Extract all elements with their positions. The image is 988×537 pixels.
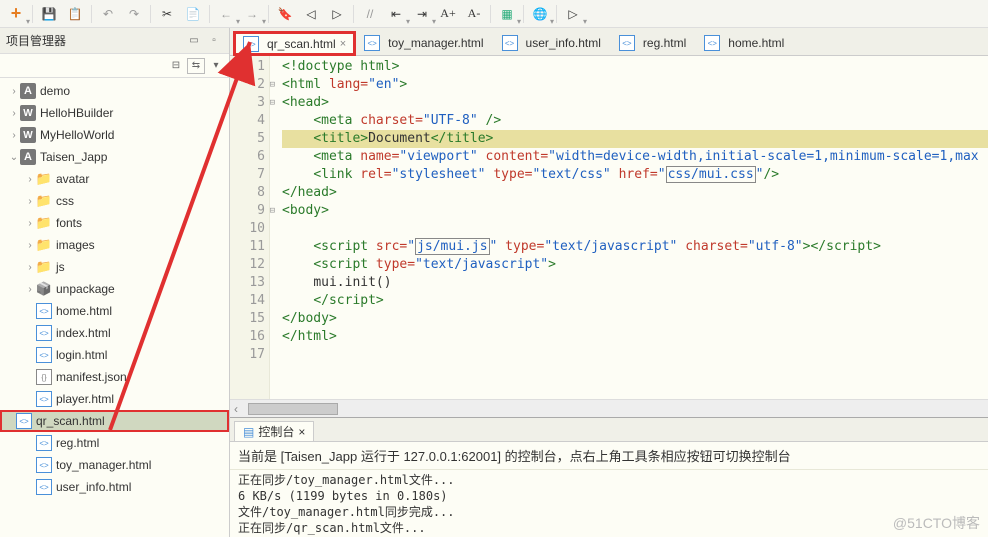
project-demo[interactable]: ›Ademo [0,80,229,102]
close-console-icon[interactable]: × [298,425,305,439]
collapse-all-icon[interactable]: ⊟ [167,58,185,74]
main-toolbar: + 💾 📋 ↶ ↷ ✂ 📄 ← → 🔖 ◁ ▷ // ⇤ ⇥ A+ A- ▦ 🌐… [0,0,988,28]
file-manifest[interactable]: manifest.json [0,366,229,388]
file-player[interactable]: player.html [0,388,229,410]
folder-js[interactable]: ›js [0,256,229,278]
file-qr-scan[interactable]: qr_scan.html [0,410,229,432]
font-decrease-button[interactable]: A- [462,2,486,26]
tab-toy-manager[interactable]: toy_manager.html [355,31,492,55]
save-button[interactable]: 💾 [37,2,61,26]
file-reg[interactable]: reg.html [0,432,229,454]
prev-bookmark-button[interactable]: ◁ [299,2,323,26]
html-icon [619,35,635,51]
project-explorer: 项目管理器 ▭ ▫ ⊟ ⇆ ▾ ›Ademo ›WHelloHBuilder ›… [0,28,230,537]
html-icon [502,35,518,51]
tab-home[interactable]: home.html [695,31,793,55]
project-tree: ›Ademo ›WHelloHBuilder ›WMyHelloWorld ⌄A… [0,78,229,537]
html-icon [364,35,380,51]
code-editor[interactable]: 1 2⊟ 3⊟ 4 5 6 7 8 9⊟ 10 11 12 13 14 15 1… [230,56,988,399]
file-toy-manager[interactable]: toy_manager.html [0,454,229,476]
project-myhelloworld[interactable]: ›WMyHelloWorld [0,124,229,146]
back-button[interactable]: ← [214,2,238,26]
run-button[interactable]: ▷ [561,2,585,26]
cut-button[interactable]: ✂ [155,2,179,26]
panel-title: 项目管理器 [6,32,66,49]
console-output: 正在同步/toy_manager.html文件... 6 KB/s (1199 … [230,470,988,537]
console-tab[interactable]: ▤控制台× [234,421,314,441]
file-home[interactable]: home.html [0,300,229,322]
browser-button[interactable]: 🌐 [528,2,552,26]
code-content[interactable]: <!doctype html> <html lang="en"> <head> … [270,56,988,399]
preview-button[interactable]: ▦ [495,2,519,26]
new-button[interactable]: + [4,2,28,26]
editor-area: qr_scan.html× toy_manager.html user_info… [230,28,988,537]
comment-button[interactable]: // [358,2,382,26]
console-panel: ▤控制台× 当前是 [Taisen_Japp 运行于 127.0.0.1:620… [230,417,988,537]
close-panel-icon[interactable]: ▫ [205,33,223,49]
editor-tabs: qr_scan.html× toy_manager.html user_info… [230,28,988,56]
horizontal-scrollbar[interactable]: ‹ [230,399,988,417]
forward-button[interactable]: → [240,2,264,26]
line-gutter: 1 2⊟ 3⊟ 4 5 6 7 8 9⊟ 10 11 12 13 14 15 1… [230,56,270,399]
tab-qr-scan[interactable]: qr_scan.html× [234,32,355,56]
folder-fonts[interactable]: ›fonts [0,212,229,234]
close-tab-icon[interactable]: × [340,38,346,50]
undo-button[interactable]: ↶ [96,2,120,26]
redo-button[interactable]: ↷ [122,2,146,26]
watermark: @51CTO博客 [893,513,980,533]
folder-avatar[interactable]: ›avatar [0,168,229,190]
file-user-info[interactable]: user_info.html [0,476,229,498]
folder-css[interactable]: ›css [0,190,229,212]
save-all-button[interactable]: 📋 [63,2,87,26]
tab-user-info[interactable]: user_info.html [493,31,610,55]
html-icon [243,36,259,52]
copy-button[interactable]: 📄 [181,2,205,26]
outdent-button[interactable]: ⇤ [384,2,408,26]
tab-reg[interactable]: reg.html [610,31,695,55]
indent-button[interactable]: ⇥ [410,2,434,26]
link-editor-icon[interactable]: ⇆ [187,58,205,74]
view-menu-icon[interactable]: ▾ [207,58,225,74]
html-icon [704,35,720,51]
project-taisen-japp[interactable]: ⌄ATaisen_Japp [0,146,229,168]
bookmark-icon[interactable]: 🔖 [273,2,297,26]
file-index[interactable]: index.html [0,322,229,344]
folder-unpackage[interactable]: ›unpackage [0,278,229,300]
project-hellohbuilder[interactable]: ›WHelloHBuilder [0,102,229,124]
file-login[interactable]: login.html [0,344,229,366]
folder-images[interactable]: ›images [0,234,229,256]
next-bookmark-button[interactable]: ▷ [325,2,349,26]
minimize-icon[interactable]: ▭ [185,33,203,49]
console-header: 当前是 [Taisen_Japp 运行于 127.0.0.1:62001] 的控… [230,442,988,470]
font-increase-button[interactable]: A+ [436,2,460,26]
